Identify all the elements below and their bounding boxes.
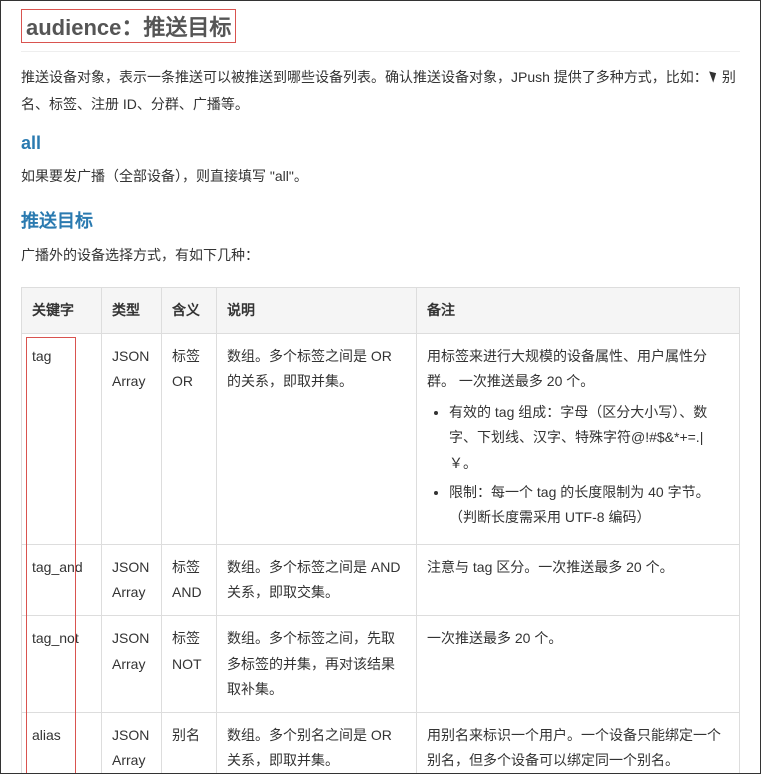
note-main: 用别名来标识一个用户。一个设备只能绑定一个别名，但多个设备可以绑定同一个别名。: [427, 727, 721, 768]
cell-key: alias: [22, 713, 102, 774]
title-highlight: audience：推送目标: [21, 9, 236, 43]
intro-text-1: 推送设备对象，表示一条推送可以被推送到哪些设备列表。确认推送设备对象，JPush…: [21, 69, 708, 85]
cell-type: JSON Array: [102, 616, 162, 713]
th-key: 关键字: [22, 287, 102, 333]
th-meaning: 含义: [162, 287, 217, 333]
section-all-text: 如果要发广播（全部设备），则直接填写 "all"。: [21, 164, 740, 189]
note-bullet-item: 限制：每一个 tag 的长度限制为 40 字节。（判断长度需采用 UTF-8 编…: [449, 480, 729, 530]
cursor-icon: [708, 70, 722, 86]
th-note: 备注: [417, 287, 740, 333]
note-bullets: 有效的 tag 组成：字母（区分大小写）、数字、下划线、汉字、特殊字符@!#$&…: [427, 400, 729, 530]
section-target-heading: 推送目标: [21, 207, 740, 233]
note-main: 用标签来进行大规模的设备属性、用户属性分群。 一次推送最多 20 个。: [427, 348, 707, 389]
section-target-text: 广播外的设备选择方式，有如下几种：: [21, 243, 740, 268]
cell-note: 用标签来进行大规模的设备属性、用户属性分群。 一次推送最多 20 个。有效的 t…: [417, 333, 740, 544]
cell-type: JSON Array: [102, 545, 162, 616]
table-row: tag_notJSON Array标签NOT数组。多个标签之间，先取多标签的并集…: [22, 616, 740, 713]
cell-meaning: 标签NOT: [162, 616, 217, 713]
table-row: tag_andJSON Array标签AND数组。多个标签之间是 AND 关系，…: [22, 545, 740, 616]
page-title: audience：推送目标: [21, 1, 740, 52]
cell-desc: 数组。多个标签之间是 OR 的关系，即取并集。: [217, 333, 417, 544]
content-area: 推送设备对象，表示一条推送可以被推送到哪些设备列表。确认推送设备对象，JPush…: [1, 64, 760, 774]
cell-meaning: 别名: [162, 713, 217, 774]
table-header-row: 关键字 类型 含义 说明 备注: [22, 287, 740, 333]
cell-meaning: 标签OR: [162, 333, 217, 544]
cell-key: tag: [22, 333, 102, 544]
note-bullet-item: 有效的 tag 组成：字母（区分大小写）、数字、下划线、汉字、特殊字符@!#$&…: [449, 400, 729, 476]
cell-note: 用别名来标识一个用户。一个设备只能绑定一个别名，但多个设备可以绑定同一个别名。: [417, 713, 740, 774]
cell-note: 一次推送最多 20 个。: [417, 616, 740, 713]
cell-desc: 数组。多个标签之间是 AND 关系，即取交集。: [217, 545, 417, 616]
table-row: tagJSON Array标签OR数组。多个标签之间是 OR 的关系，即取并集。…: [22, 333, 740, 544]
table-row: aliasJSON Array别名数组。多个别名之间是 OR 关系，即取并集。用…: [22, 713, 740, 774]
th-desc: 说明: [217, 287, 417, 333]
th-type: 类型: [102, 287, 162, 333]
cell-key: tag_and: [22, 545, 102, 616]
document-frame: audience：推送目标 推送设备对象，表示一条推送可以被推送到哪些设备列表。…: [0, 0, 761, 774]
cell-meaning: 标签AND: [162, 545, 217, 616]
cell-key: tag_not: [22, 616, 102, 713]
cell-note: 注意与 tag 区分。一次推送最多 20 个。: [417, 545, 740, 616]
audience-table: 关键字 类型 含义 说明 备注 tagJSON Array标签OR数组。多个标签…: [21, 287, 740, 774]
intro-paragraph: 推送设备对象，表示一条推送可以被推送到哪些设备列表。确认推送设备对象，JPush…: [21, 64, 740, 117]
cell-desc: 数组。多个标签之间，先取多标签的并集，再对该结果取补集。: [217, 616, 417, 713]
note-main: 注意与 tag 区分。一次推送最多 20 个。: [427, 559, 674, 575]
cell-type: JSON Array: [102, 713, 162, 774]
note-main: 一次推送最多 20 个。: [427, 630, 562, 646]
section-all-heading: all: [21, 133, 740, 154]
table-wrapper: 关键字 类型 含义 说明 备注 tagJSON Array标签OR数组。多个标签…: [21, 287, 740, 774]
cell-type: JSON Array: [102, 333, 162, 544]
cell-desc: 数组。多个别名之间是 OR 关系，即取并集。: [217, 713, 417, 774]
